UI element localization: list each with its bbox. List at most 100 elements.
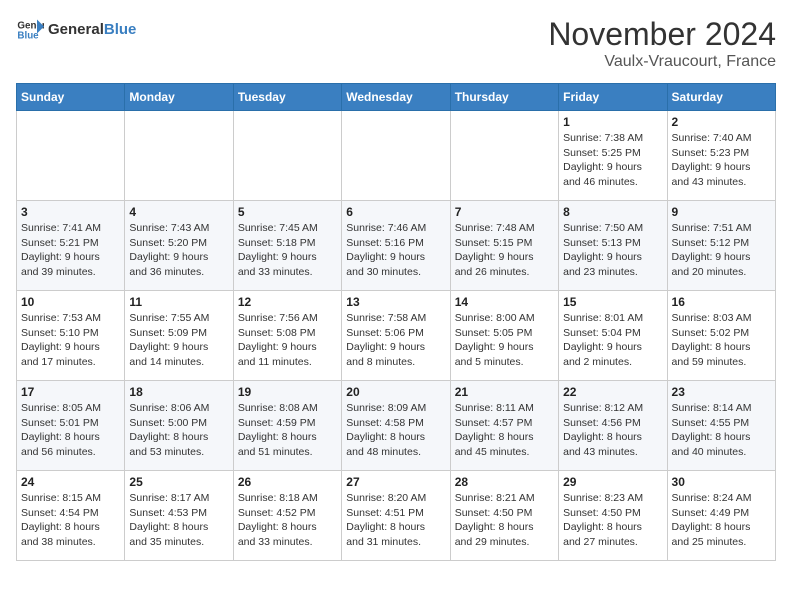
- day-number: 29: [563, 475, 662, 489]
- day-number: 19: [238, 385, 337, 399]
- day-cell: 13 Sunrise: 7:58 AM Sunset: 5:06 PM Dayli…: [342, 291, 450, 381]
- header-cell-tuesday: Tuesday: [233, 84, 341, 111]
- day-info: Sunrise: 8:09 AM Sunset: 4:58 PM Dayligh…: [346, 401, 445, 460]
- day-number: 2: [672, 115, 771, 129]
- day-cell: 22Sunrise: 8:12 AM Sunset: 4:56 PM Dayli…: [559, 381, 667, 471]
- day-cell: [342, 111, 450, 201]
- week-row-4: 17 Sunrise: 8:05 AM Sunset: 5:01 PM Dayli…: [17, 381, 776, 471]
- day-number: 8: [563, 205, 662, 219]
- header: General Blue GeneralBlue November 2024 V…: [16, 16, 776, 71]
- day-cell: [450, 111, 558, 201]
- day-info: Sunrise: 8:21 AM Sunset: 4:50 PM Dayligh…: [455, 491, 554, 550]
- day-cell: 4 Sunrise: 7:43 AM Sunset: 5:20 PM Daylig…: [125, 201, 233, 291]
- logo: General Blue GeneralBlue: [16, 16, 136, 44]
- day-info: Sunrise: 7:55 AM Sunset: 5:09 PM Dayligh…: [129, 311, 228, 370]
- day-info: Sunrise: 8:17 AM Sunset: 4:53 PM Dayligh…: [129, 491, 228, 550]
- day-cell: 1 Sunrise: 7:38 AM Sunset: 5:25 PM Daylig…: [559, 111, 667, 201]
- day-info: Sunrise: 8:08 AM Sunset: 4:59 PM Dayligh…: [238, 401, 337, 460]
- month-title: November 2024: [548, 16, 776, 53]
- day-number: 13: [346, 295, 445, 309]
- title-area: November 2024 Vaulx-Vraucourt, France: [548, 16, 776, 71]
- header-cell-sunday: Sunday: [17, 84, 125, 111]
- day-cell: [125, 111, 233, 201]
- header-cell-wednesday: Wednesday: [342, 84, 450, 111]
- day-info: Sunrise: 8:01 AM Sunset: 5:04 PM Dayligh…: [563, 311, 662, 370]
- day-info: Sunrise: 7:38 AM Sunset: 5:25 PM Dayligh…: [563, 131, 662, 190]
- day-number: 24: [21, 475, 120, 489]
- calendar-table: SundayMondayTuesdayWednesdayThursdayFrid…: [16, 83, 776, 561]
- day-number: 1: [563, 115, 662, 129]
- day-info: Sunrise: 7:51 AM Sunset: 5:12 PM Dayligh…: [672, 221, 771, 280]
- day-number: 9: [672, 205, 771, 219]
- header-row: SundayMondayTuesdayWednesdayThursdayFrid…: [17, 84, 776, 111]
- day-cell: 11 Sunrise: 7:55 AM Sunset: 5:09 PM Dayli…: [125, 291, 233, 381]
- day-cell: 21 Sunrise: 8:11 AM Sunset: 4:57 PM Dayli…: [450, 381, 558, 471]
- day-number: 16: [672, 295, 771, 309]
- day-cell: 19 Sunrise: 8:08 AM Sunset: 4:59 PM Dayli…: [233, 381, 341, 471]
- day-info: Sunrise: 8:23 AM Sunset: 4:50 PM Dayligh…: [563, 491, 662, 550]
- day-info: Sunrise: 7:46 AM Sunset: 5:16 PM Dayligh…: [346, 221, 445, 280]
- day-number: 28: [455, 475, 554, 489]
- day-number: 17: [21, 385, 120, 399]
- day-cell: 15 Sunrise: 8:01 AM Sunset: 5:04 PM Dayli…: [559, 291, 667, 381]
- day-cell: 27Sunrise: 8:20 AM Sunset: 4:51 PM Dayli…: [342, 471, 450, 561]
- day-cell: 10 Sunrise: 7:53 AM Sunset: 5:10 PM Dayli…: [17, 291, 125, 381]
- week-row-3: 10 Sunrise: 7:53 AM Sunset: 5:10 PM Dayli…: [17, 291, 776, 381]
- day-info: Sunrise: 7:58 AM Sunset: 5:06 PM Dayligh…: [346, 311, 445, 370]
- day-number: 30: [672, 475, 771, 489]
- day-number: 6: [346, 205, 445, 219]
- day-cell: 3 Sunrise: 7:41 AM Sunset: 5:21 PM Daylig…: [17, 201, 125, 291]
- header-cell-friday: Friday: [559, 84, 667, 111]
- day-info: Sunrise: 8:18 AM Sunset: 4:52 PM Dayligh…: [238, 491, 337, 550]
- day-number: 22: [563, 385, 662, 399]
- day-cell: 12Sunrise: 7:56 AM Sunset: 5:08 PM Dayli…: [233, 291, 341, 381]
- day-cell: 28 Sunrise: 8:21 AM Sunset: 4:50 PM Dayli…: [450, 471, 558, 561]
- day-number: 3: [21, 205, 120, 219]
- day-info: Sunrise: 7:53 AM Sunset: 5:10 PM Dayligh…: [21, 311, 120, 370]
- day-info: Sunrise: 7:45 AM Sunset: 5:18 PM Dayligh…: [238, 221, 337, 280]
- day-number: 18: [129, 385, 228, 399]
- logo-icon: General Blue: [16, 16, 44, 44]
- day-info: Sunrise: 8:11 AM Sunset: 4:57 PM Dayligh…: [455, 401, 554, 460]
- week-row-2: 3 Sunrise: 7:41 AM Sunset: 5:21 PM Daylig…: [17, 201, 776, 291]
- day-cell: 6 Sunrise: 7:46 AM Sunset: 5:16 PM Daylig…: [342, 201, 450, 291]
- day-cell: 18Sunrise: 8:06 AM Sunset: 5:00 PM Dayli…: [125, 381, 233, 471]
- day-cell: 2 Sunrise: 7:40 AM Sunset: 5:23 PM Daylig…: [667, 111, 775, 201]
- day-number: 11: [129, 295, 228, 309]
- day-info: Sunrise: 7:50 AM Sunset: 5:13 PM Dayligh…: [563, 221, 662, 280]
- week-row-5: 24 Sunrise: 8:15 AM Sunset: 4:54 PM Dayli…: [17, 471, 776, 561]
- day-number: 5: [238, 205, 337, 219]
- logo-blue-text: Blue: [104, 21, 137, 38]
- day-info: Sunrise: 7:40 AM Sunset: 5:23 PM Dayligh…: [672, 131, 771, 190]
- day-cell: 17 Sunrise: 8:05 AM Sunset: 5:01 PM Dayli…: [17, 381, 125, 471]
- day-number: 23: [672, 385, 771, 399]
- day-cell: 9 Sunrise: 7:51 AM Sunset: 5:12 PM Daylig…: [667, 201, 775, 291]
- week-row-1: 1 Sunrise: 7:38 AM Sunset: 5:25 PM Daylig…: [17, 111, 776, 201]
- header-cell-monday: Monday: [125, 84, 233, 111]
- day-cell: 5 Sunrise: 7:45 AM Sunset: 5:18 PM Daylig…: [233, 201, 341, 291]
- svg-text:Blue: Blue: [17, 30, 39, 41]
- day-number: 21: [455, 385, 554, 399]
- day-number: 10: [21, 295, 120, 309]
- day-info: Sunrise: 7:41 AM Sunset: 5:21 PM Dayligh…: [21, 221, 120, 280]
- day-number: 4: [129, 205, 228, 219]
- day-info: Sunrise: 8:14 AM Sunset: 4:55 PM Dayligh…: [672, 401, 771, 460]
- day-number: 7: [455, 205, 554, 219]
- day-info: Sunrise: 8:05 AM Sunset: 5:01 PM Dayligh…: [21, 401, 120, 460]
- location-title: Vaulx-Vraucourt, France: [548, 53, 776, 71]
- day-info: Sunrise: 8:15 AM Sunset: 4:54 PM Dayligh…: [21, 491, 120, 550]
- day-info: Sunrise: 8:00 AM Sunset: 5:05 PM Dayligh…: [455, 311, 554, 370]
- logo-general-text: General: [48, 21, 104, 38]
- day-cell: 7 Sunrise: 7:48 AM Sunset: 5:15 PM Daylig…: [450, 201, 558, 291]
- day-info: Sunrise: 7:43 AM Sunset: 5:20 PM Dayligh…: [129, 221, 228, 280]
- day-info: Sunrise: 7:48 AM Sunset: 5:15 PM Dayligh…: [455, 221, 554, 280]
- day-number: 15: [563, 295, 662, 309]
- header-cell-thursday: Thursday: [450, 84, 558, 111]
- day-cell: 16Sunrise: 8:03 AM Sunset: 5:02 PM Dayli…: [667, 291, 775, 381]
- day-cell: 23 Sunrise: 8:14 AM Sunset: 4:55 PM Dayli…: [667, 381, 775, 471]
- day-number: 25: [129, 475, 228, 489]
- day-cell: [233, 111, 341, 201]
- day-number: 27: [346, 475, 445, 489]
- day-cell: 29 Sunrise: 8:23 AM Sunset: 4:50 PM Dayli…: [559, 471, 667, 561]
- day-cell: 24 Sunrise: 8:15 AM Sunset: 4:54 PM Dayli…: [17, 471, 125, 561]
